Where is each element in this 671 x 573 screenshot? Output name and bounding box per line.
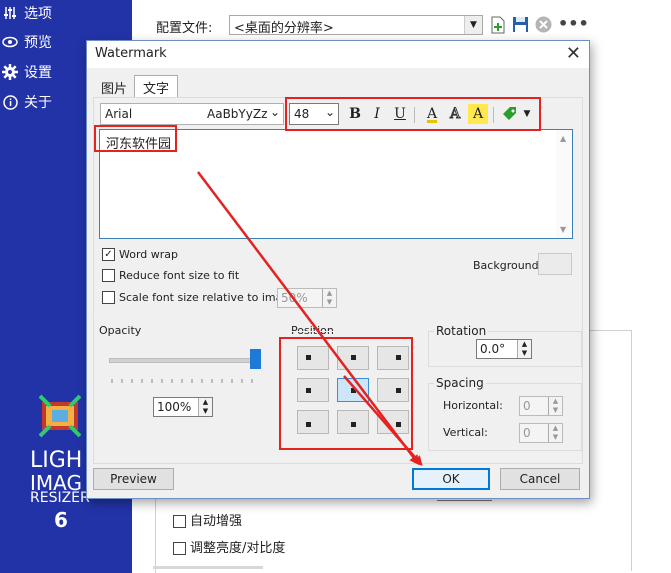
info-icon [2,94,18,110]
cancel-button[interactable]: Cancel [500,468,580,490]
adjust-brightness-label: 调整亮度/对比度 [190,541,286,556]
logo-text-line1: LIGH [30,448,83,473]
background-label: Background: [473,259,543,272]
logo-version: 6 [54,508,68,532]
reduce-font-checkbox[interactable]: Reduce font size to fit [102,269,239,282]
rotation-value: 0.0° [480,342,506,356]
chevron-down-icon: ⌄ [269,105,280,119]
sidebar-item-label: 选项 [24,6,52,22]
rotation-stepper[interactable]: 0.0° ▲ ▼ [476,339,532,359]
background-divider [155,499,156,573]
horizontal-label: Horizontal: [443,399,503,412]
vertical-value: 0 [523,426,531,440]
annotation-box-font-toolbar [285,97,541,131]
text-area-scrollbar[interactable]: ▲ ▼ [556,130,572,238]
vertical-label: Vertical: [443,426,488,439]
stepper-arrows-icon[interactable]: ▲ ▼ [198,398,212,416]
app-logo-icon [38,394,82,438]
eye-icon [2,34,18,50]
watermark-dialog: Watermark ✕ 图片 文字 Arial AaBbYyZz ⌄ 48 ⌄ … [86,40,590,499]
scroll-down-icon[interactable]: ▼ [560,225,566,234]
word-wrap-checkbox[interactable]: ✓ Word wrap [102,248,178,261]
scroll-up-icon[interactable]: ▲ [560,134,566,143]
font-family-select[interactable]: Arial AaBbYyZz ⌄ [100,103,284,125]
close-icon[interactable]: ✕ [566,43,581,64]
horizontal-value: 0 [523,399,531,413]
annotation-box-text [94,125,177,152]
vertical-spacing-stepper[interactable]: 0 ▲ ▼ [519,423,563,443]
auto-enhance-checkbox[interactable]: 自动增强 [173,510,242,529]
save-profile-icon[interactable] [512,16,529,33]
tab-text[interactable]: 文字 [134,75,178,98]
add-profile-icon[interactable] [490,16,506,34]
ok-button[interactable]: OK [412,468,490,490]
font-preview: AaBbYyZz [207,107,268,121]
scale-font-box[interactable] [102,291,115,304]
sidebar-item-options[interactable]: 选项 [0,0,132,26]
scale-font-stepper[interactable]: 50% ▲ ▼ [277,288,337,308]
gear-icon [2,64,18,80]
opacity-slider-ticks [111,372,261,383]
opacity-value: 100% [157,400,192,414]
more-options-icon[interactable]: ••• [558,14,589,33]
spacing-label: Spacing [434,376,486,390]
profile-value: <桌面的分辨率> [234,21,334,36]
opacity-label: Opacity [99,324,142,337]
tab-image[interactable]: 图片 [95,77,133,97]
opacity-slider-thumb[interactable] [250,349,261,369]
logo-text-line3: RESIZER [30,490,90,506]
sidebar-item-label: 关于 [24,95,52,111]
sliders-icon [2,5,18,21]
rotation-label: Rotation [434,324,489,338]
chevron-down-icon: ▼ [464,16,482,34]
profile-select[interactable]: <桌面的分辨率> ▼ [229,15,483,36]
sidebar-item-label: 设置 [24,65,52,81]
reduce-font-box[interactable] [102,269,115,282]
auto-enhance-box[interactable] [173,515,186,528]
annotation-box-position [279,337,413,450]
scale-font-checkbox[interactable]: Scale font size relative to image [102,291,296,304]
background-color-swatch[interactable] [538,253,572,275]
delete-profile-icon[interactable] [535,16,552,33]
scale-font-value: 50% [281,291,308,305]
auto-enhance-label: 自动增强 [190,514,243,529]
background-scrollbar [153,566,263,569]
sidebar-item-label: 预览 [24,35,52,51]
stepper-arrows-icon[interactable]: ▲ ▼ [548,397,562,415]
opacity-slider-track[interactable] [109,358,259,363]
scale-font-label: Scale font size relative to image [119,291,297,304]
stepper-arrows-icon[interactable]: ▲ ▼ [548,424,562,442]
dialog-titlebar: Watermark ✕ [87,41,589,68]
section-spacer [93,316,577,317]
horizontal-spacing-stepper[interactable]: 0 ▲ ▼ [519,396,563,416]
dialog-title: Watermark [95,46,167,61]
word-wrap-label: Word wrap [119,248,179,261]
profile-label: 配置文件: [156,21,213,36]
font-name: Arial [105,107,133,121]
opacity-stepper[interactable]: 100% ▲ ▼ [153,397,213,417]
background-panel [586,330,632,571]
stepper-arrows-icon[interactable]: ▲ ▼ [517,340,531,358]
reduce-font-label: Reduce font size to fit [119,269,240,282]
word-wrap-check-icon[interactable]: ✓ [102,248,115,261]
adjust-brightness-box[interactable] [173,542,186,555]
stepper-arrows-icon[interactable]: ▲ ▼ [322,289,336,307]
adjust-brightness-checkbox[interactable]: 调整亮度/对比度 [173,537,285,556]
preview-button[interactable]: Preview [93,468,174,490]
